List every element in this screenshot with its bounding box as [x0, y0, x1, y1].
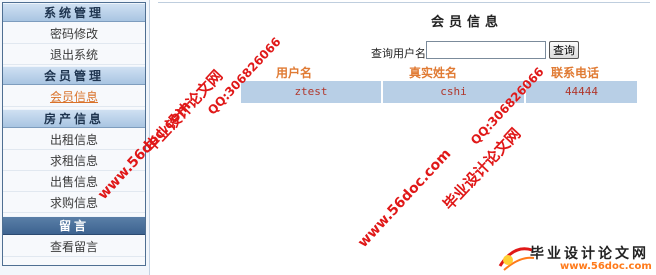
page-title: 会员信息 — [431, 15, 504, 30]
section-header-members: 会员管理 — [3, 66, 145, 85]
sidebar-item-want-buy[interactable]: 求购信息 — [3, 193, 145, 213]
sidebar-frame: 系统管理 密码修改 退出系统 会员管理 会员信息 房产信息 出租信息 求租信息 … — [2, 2, 146, 266]
column-header-username: 用户名 — [276, 66, 313, 80]
sidebar: 系统管理 密码修改 退出系统 会员管理 会员信息 房产信息 出租信息 求租信息 … — [0, 0, 150, 275]
search-label: 查询用户名 — [371, 47, 426, 60]
brand-url: www.56doc.com — [560, 261, 652, 272]
search-button[interactable]: 查询 — [549, 41, 579, 59]
search-input[interactable] — [426, 41, 546, 59]
section-header-messages: 留言 — [3, 216, 145, 235]
sidebar-item-member-info[interactable]: 会员信息 — [3, 87, 145, 107]
table-row: ztest cshi 44444 — [241, 81, 637, 103]
column-header-phone: 联系电话 — [551, 66, 600, 80]
sidebar-item-want-rent[interactable]: 求租信息 — [3, 151, 145, 171]
sidebar-item-change-password[interactable]: 密码修改 — [3, 24, 145, 44]
main-content: 会员信息 查询用户名 查询 用户名 真实姓名 联系电话 ztest cshi 4… — [151, 0, 656, 275]
cell-real-name: cshi — [440, 85, 467, 98]
brand-name: 毕业设计论文网 — [530, 246, 649, 262]
section-header-property: 房产信息 — [3, 109, 145, 128]
section-header-system: 系统管理 — [3, 3, 145, 22]
sidebar-item-logout[interactable]: 退出系统 — [3, 45, 145, 65]
sidebar-item-for-sale[interactable]: 出售信息 — [3, 172, 145, 192]
sidebar-item-view-messages[interactable]: 查看留言 — [3, 237, 145, 257]
cell-phone: 44444 — [564, 85, 599, 98]
column-header-real-name: 真实姓名 — [409, 66, 458, 80]
cell-username: ztest — [294, 85, 328, 98]
sidebar-item-rent-out[interactable]: 出租信息 — [3, 130, 145, 150]
top-divider — [158, 2, 650, 3]
